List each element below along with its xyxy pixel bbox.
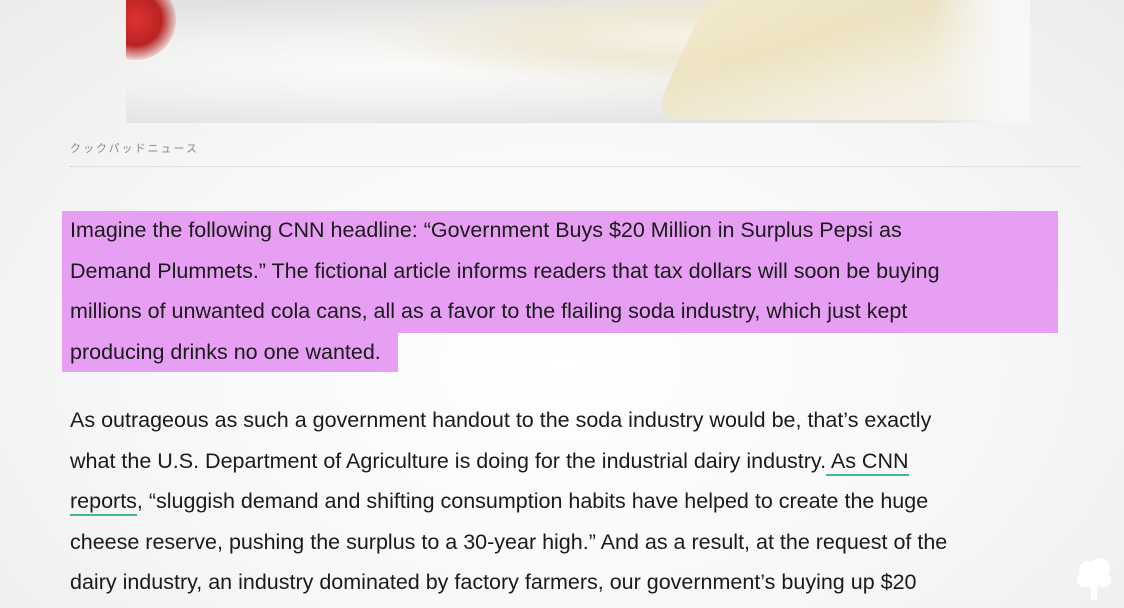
paragraph-line: dairy industry, an industry dominated by… <box>70 570 917 594</box>
paragraph-intro: Imagine the following CNN headline: “Gov… <box>70 210 1070 372</box>
paragraph-line: what the U.S. Department of Agriculture … <box>70 448 827 473</box>
paragraph-line: millions of unwanted cola cans, all as a… <box>70 299 908 323</box>
image-caption: クックパッドニュース <box>70 142 199 155</box>
article-image <box>126 0 1030 123</box>
paragraph-line: Demand Plummets.” The fictional article … <box>70 258 940 283</box>
paragraph-body: As outrageous as such a government hando… <box>70 400 1070 603</box>
cnn-link-part2[interactable]: reports <box>70 489 137 516</box>
paragraph-line: As outrageous as such a government hando… <box>70 408 932 432</box>
caption-divider <box>70 166 1082 167</box>
image-plate-edge <box>930 0 1030 123</box>
image-red-detail <box>126 0 176 60</box>
paragraph-line: cheese reserve, pushing the surplus to a… <box>70 529 948 554</box>
cnn-link-part1[interactable]: As CNN <box>826 448 909 476</box>
paragraph-line: producing drinks no one wanted. <box>70 339 381 364</box>
paragraph-line: Imagine the following CNN headline: “Gov… <box>70 218 902 242</box>
paragraph-line: , “sluggish demand and shifting consumpt… <box>136 489 929 513</box>
tree-logo-icon <box>1077 558 1111 600</box>
